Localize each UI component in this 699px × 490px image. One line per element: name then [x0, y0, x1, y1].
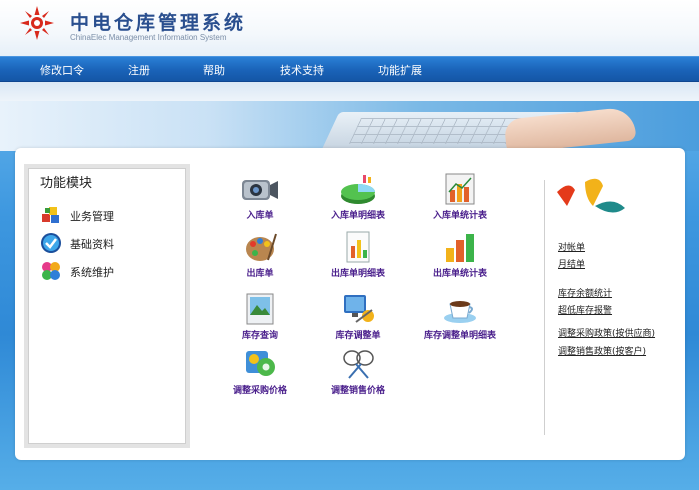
func-label: 出库单统计表 — [432, 269, 487, 279]
func-stock-out-order[interactable]: 出库单 — [210, 230, 310, 279]
sidebar-item-label: 系统维护 — [70, 266, 114, 279]
func-stock-in-stats[interactable]: 入库单统计表 — [410, 172, 510, 221]
func-adjust-purchase-price[interactable]: 调整采购价格 — [210, 347, 310, 396]
nav-help[interactable]: 帮助 — [203, 62, 225, 78]
camcorder-icon — [242, 180, 278, 200]
nav-feature-extension[interactable]: 功能扩展 — [378, 62, 422, 78]
func-label: 出库单 — [246, 269, 274, 279]
vertical-divider — [544, 180, 545, 435]
func-stock-in-detail[interactable]: 入库单明细表 — [308, 172, 408, 221]
bar-stats-icon — [446, 234, 474, 262]
func-stock-out-detail[interactable]: 出库单明细表 — [308, 230, 408, 279]
nav-bar: 修改口令 注册 帮助 技术支持 功能扩展 — [0, 56, 699, 82]
func-adjust-sales-price[interactable]: 调整销售价格 — [308, 347, 408, 396]
func-label: 库存调整单明细表 — [423, 331, 496, 341]
func-stock-adjustment[interactable]: 库存调整单 — [308, 292, 408, 341]
palette-icon — [246, 233, 277, 261]
sidebar: 功能模块 业务管理 基础资料 系统维护 — [24, 164, 190, 448]
link-monthly-statement[interactable]: 月结单 — [558, 257, 585, 270]
blocks-icon — [42, 207, 59, 223]
func-label: 入库单明细表 — [330, 211, 385, 221]
header: 中电仓库管理系统 ChinaElec Management Informatio… — [0, 0, 699, 56]
link-adjust-purchase-policy[interactable]: 调整采购政策(按供应商) — [558, 326, 655, 339]
app-subtitle: ChinaElec Management Information System — [70, 33, 227, 42]
badminton-icon — [343, 350, 374, 379]
sidebar-item-label: 基础资料 — [70, 238, 114, 251]
pie-chart-icon — [341, 175, 375, 204]
logo-icon — [20, 6, 54, 40]
picture-icon — [246, 293, 274, 325]
monitor-tools-icon — [344, 295, 374, 323]
link-statement[interactable]: 对帐单 — [558, 240, 585, 253]
func-label: 入库单统计表 — [432, 211, 487, 221]
func-label: 出库单明细表 — [330, 269, 385, 279]
coffee-cup-icon — [444, 301, 476, 323]
func-stock-query[interactable]: 库存查询 — [210, 292, 310, 341]
bar-chart-icon — [445, 173, 475, 205]
link-low-stock-alert[interactable]: 超低库存报警 — [558, 303, 612, 316]
func-label: 入库单 — [246, 211, 274, 221]
document-chart-icon — [346, 231, 370, 263]
func-stock-adjustment-detail[interactable]: 库存调整单明细表 — [410, 292, 510, 341]
decorative-shapes-icon — [557, 178, 625, 213]
puzzle-icon — [42, 262, 60, 280]
gears-icon — [246, 351, 275, 376]
func-stock-out-stats[interactable]: 出库单统计表 — [410, 230, 510, 279]
sidebar-item-label: 业务管理 — [70, 210, 114, 223]
nav-change-password[interactable]: 修改口令 — [40, 62, 84, 78]
func-label: 库存查询 — [241, 331, 278, 341]
nav-tech-support[interactable]: 技术支持 — [280, 62, 324, 78]
app-title: 中电仓库管理系统 — [70, 12, 247, 34]
func-label: 调整采购价格 — [232, 386, 287, 396]
func-label: 调整销售价格 — [330, 386, 385, 396]
func-label: 库存调整单 — [335, 331, 381, 341]
checkmark-icon — [41, 233, 61, 253]
sidebar-title: 功能模块 — [40, 176, 93, 191]
link-adjust-sales-policy[interactable]: 调整销售政策(按客户) — [558, 344, 646, 357]
nav-underlay — [0, 82, 699, 101]
nav-register[interactable]: 注册 — [128, 62, 150, 78]
func-stock-in-order[interactable]: 入库单 — [210, 172, 310, 221]
link-stock-balance[interactable]: 库存余额统计 — [558, 286, 612, 299]
